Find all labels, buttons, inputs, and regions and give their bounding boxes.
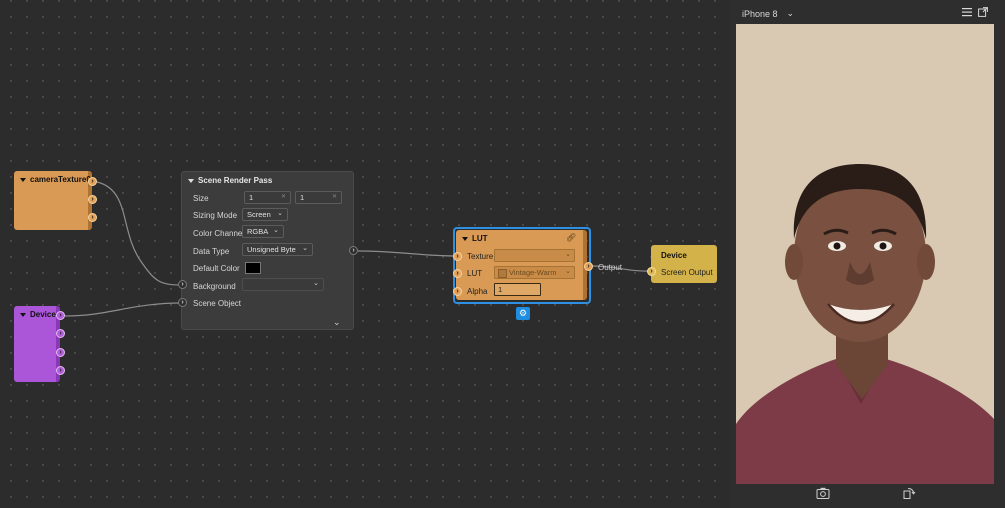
hamburger-menu-icon[interactable] — [962, 7, 972, 17]
link-icon[interactable]: 🔗︎ — [566, 233, 576, 242]
camera-capture-icon[interactable] — [816, 487, 830, 499]
simulator-preview-panel: iPhone 8 ⌄ — [730, 0, 1005, 508]
data-type-dropdown[interactable]: Unsigned Byte ⌄ — [242, 243, 313, 256]
lut-title: LUT — [472, 234, 488, 243]
device-output-port-1[interactable]: › — [56, 311, 65, 320]
scene-render-pass-node[interactable]: Scene Render Pass Size 1 ✕ 1 ✕ Sizing Mode… — [181, 171, 354, 330]
camera-node-title: cameraTexture0 — [30, 175, 91, 184]
device-output-port-4[interactable]: › — [56, 366, 65, 375]
screen-output-label: Screen Output — [661, 268, 713, 277]
background-label: Background — [193, 282, 236, 291]
wire-camera-to-background — [96, 181, 183, 286]
scene-object-input-port[interactable]: › — [178, 298, 187, 307]
size-width-input[interactable]: 1 ✕ — [244, 191, 291, 204]
lut-dropdown[interactable]: Vintage-Warm ⌄ — [494, 266, 575, 279]
color-channel-label: Color Channel — [193, 229, 245, 238]
lut-label: LUT — [467, 269, 483, 278]
device-selector[interactable]: iPhone 8 ⌄ — [742, 8, 794, 19]
settings-gear-button[interactable]: ⚙ — [516, 307, 530, 320]
data-type-label: Data Type — [193, 247, 230, 256]
srp-output-port[interactable]: › — [349, 246, 358, 255]
screen-output-input-port[interactable]: › — [647, 267, 656, 276]
default-color-swatch[interactable] — [245, 262, 261, 274]
alpha-label: Alpha — [467, 287, 488, 296]
lut-input-port[interactable]: › — [453, 269, 462, 278]
device-output-port-2[interactable]: › — [56, 329, 65, 338]
lut-node[interactable]: LUT 🔗︎ Texture ⌄ LUT Vintage-Warm ⌄ Alph… — [456, 230, 587, 300]
collapse-triangle-icon[interactable] — [20, 177, 26, 182]
background-input-port[interactable]: › — [178, 280, 187, 289]
camera-texture-node[interactable]: cameraTexture0 — [14, 171, 92, 230]
lut-output-port[interactable]: › — [584, 262, 593, 271]
size-label: Size — [193, 194, 209, 203]
collapse-triangle-icon[interactable] — [188, 178, 194, 183]
background-dropdown[interactable]: ⌄ — [242, 278, 324, 291]
color-channel-dropdown[interactable]: RGBA ⌄ — [242, 225, 284, 238]
size-height-input[interactable]: 1 ✕ — [295, 191, 342, 204]
texture-input-port[interactable]: › — [453, 252, 462, 261]
popout-icon[interactable] — [978, 7, 988, 17]
camera-output-port-3[interactable]: › — [88, 213, 97, 222]
device-output-node[interactable]: Device Screen Output — [651, 245, 717, 283]
device-right-title: Device — [661, 251, 687, 260]
srp-title: Scene Render Pass — [198, 176, 273, 185]
collapse-triangle-icon[interactable] — [20, 312, 26, 317]
rotate-icon[interactable] — [902, 487, 916, 499]
wire-device-to-scene-object — [64, 302, 183, 317]
alpha-input-port[interactable]: › — [453, 287, 462, 296]
camera-output-port-1[interactable]: › — [88, 177, 97, 186]
camera-output-port-2[interactable]: › — [88, 195, 97, 204]
device-name: iPhone 8 — [742, 8, 778, 19]
collapse-triangle-icon[interactable] — [462, 236, 468, 241]
device-left-title: Device — [30, 310, 56, 319]
wire-srp-to-lut — [357, 250, 458, 257]
patch-editor-canvas[interactable]: cameraTexture0 › › › Device › › › › Scen… — [0, 0, 730, 508]
device-node-left[interactable]: Device — [14, 306, 60, 382]
sizing-mode-label: Sizing Mode — [193, 211, 238, 220]
camera-preview-image — [736, 24, 994, 484]
output-label: Output — [598, 263, 623, 272]
texture-dropdown[interactable]: ⌄ — [494, 249, 575, 262]
default-color-label: Default Color — [193, 264, 240, 273]
chevron-down-icon[interactable]: ⌄ — [787, 8, 795, 19]
device-output-port-3[interactable]: › — [56, 348, 65, 357]
texture-label: Texture — [467, 252, 494, 261]
expand-chevron-icon[interactable]: ⌄ — [333, 317, 341, 328]
connection-wires — [64, 181, 652, 317]
scene-object-label: Scene Object — [193, 299, 242, 308]
portrait-photo — [736, 24, 994, 484]
sizing-mode-dropdown[interactable]: Screen ⌄ — [242, 208, 288, 221]
alpha-input[interactable]: 1 — [494, 283, 541, 296]
